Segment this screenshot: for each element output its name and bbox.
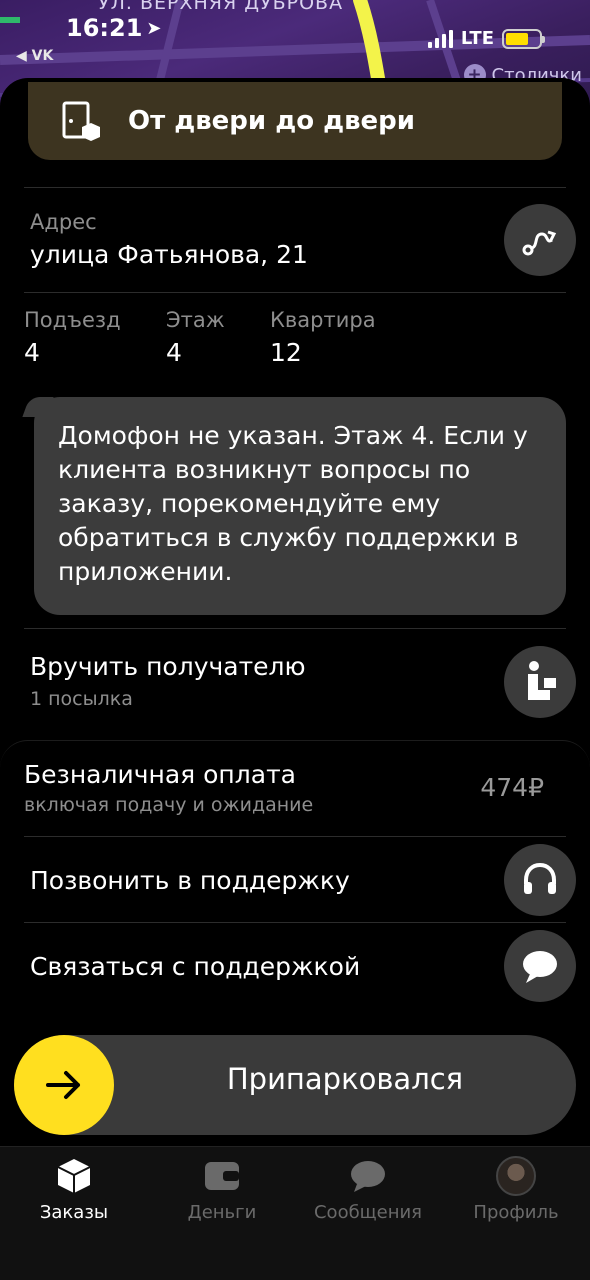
tab-messages-label: Сообщения xyxy=(313,1202,423,1223)
person-handover-icon xyxy=(528,661,556,700)
signal-icon xyxy=(427,29,453,48)
delivery-type-label: От двери до двери xyxy=(128,106,416,136)
apartment-field: Квартира 12 xyxy=(270,308,376,367)
order-note-bubble: Домофон не указан. Этаж 4. Если у клиент… xyxy=(34,397,566,615)
headset-icon xyxy=(524,862,556,894)
status-time: 16:21 ➤ xyxy=(66,14,162,42)
payment-amount: 474₽ xyxy=(480,773,544,802)
parked-slider-handle[interactable] xyxy=(14,1035,114,1135)
parked-slider-label: Припарковался xyxy=(226,1062,464,1096)
apartment-caption: Квартира xyxy=(270,308,376,332)
divider xyxy=(24,836,566,837)
arrow-right-icon xyxy=(46,1071,80,1099)
apartment-value: 12 xyxy=(270,338,302,367)
divider xyxy=(24,922,566,923)
address-caption: Адрес xyxy=(30,210,97,234)
wallet-icon xyxy=(205,1162,239,1190)
door-box-icon xyxy=(62,101,100,141)
call-support-button[interactable] xyxy=(504,844,576,916)
profile-avatar xyxy=(496,1156,536,1196)
divider xyxy=(24,187,566,188)
network-type: LTE xyxy=(460,28,494,49)
call-support-label[interactable]: Позвонить в поддержку xyxy=(30,866,350,895)
chat-bubble-icon xyxy=(351,1161,385,1192)
entrance-field: Подъезд 4 xyxy=(24,308,121,367)
map-street-label: ул. ВЕРХНЯЯ ДУБРОВА xyxy=(98,0,344,14)
delivery-type-banner: От двери до двери xyxy=(28,82,562,160)
floor-field: Этаж 4 xyxy=(166,308,225,367)
battery-icon xyxy=(502,28,545,49)
tab-orders[interactable]: Заказы xyxy=(4,1156,144,1223)
location-arrow-icon: ➤ xyxy=(146,17,162,39)
divider xyxy=(24,292,566,293)
tab-profile[interactable]: Профиль xyxy=(446,1156,586,1223)
route-icon xyxy=(522,230,557,256)
handover-title: Вручить получателю xyxy=(30,652,306,681)
handover-button[interactable] xyxy=(504,646,576,718)
floor-caption: Этаж xyxy=(166,308,225,332)
clock: 16:21 xyxy=(66,14,143,42)
back-to-app-link[interactable]: ◀ VK xyxy=(16,48,53,64)
entrance-value: 4 xyxy=(24,338,40,367)
tab-profile-label: Профиль xyxy=(473,1202,559,1223)
tab-money[interactable]: Деньги xyxy=(152,1156,292,1223)
divider xyxy=(24,628,566,629)
tab-messages[interactable]: Сообщения xyxy=(298,1156,438,1223)
tab-money-label: Деньги xyxy=(187,1202,257,1223)
entrance-caption: Подъезд xyxy=(24,308,121,332)
handover-subtitle: 1 посылка xyxy=(30,688,133,710)
status-indicators: LTE xyxy=(427,28,545,49)
speech-bubble-icon xyxy=(523,951,557,983)
chat-support-label[interactable]: Связаться с поддержкой xyxy=(30,952,360,981)
address-value: улица Фатьянова, 21 xyxy=(30,240,308,269)
payment-title: Безналичная оплата xyxy=(24,760,296,789)
orders-box-icon xyxy=(57,1159,91,1193)
payment-subtitle: включая подачу и ожидание xyxy=(24,794,314,816)
tab-orders-label: Заказы xyxy=(39,1202,109,1223)
chat-support-button[interactable] xyxy=(504,930,576,1002)
floor-value: 4 xyxy=(166,338,182,367)
order-note-text: Домофон не указан. Этаж 4. Если у клиент… xyxy=(58,421,528,586)
route-button[interactable] xyxy=(504,204,576,276)
